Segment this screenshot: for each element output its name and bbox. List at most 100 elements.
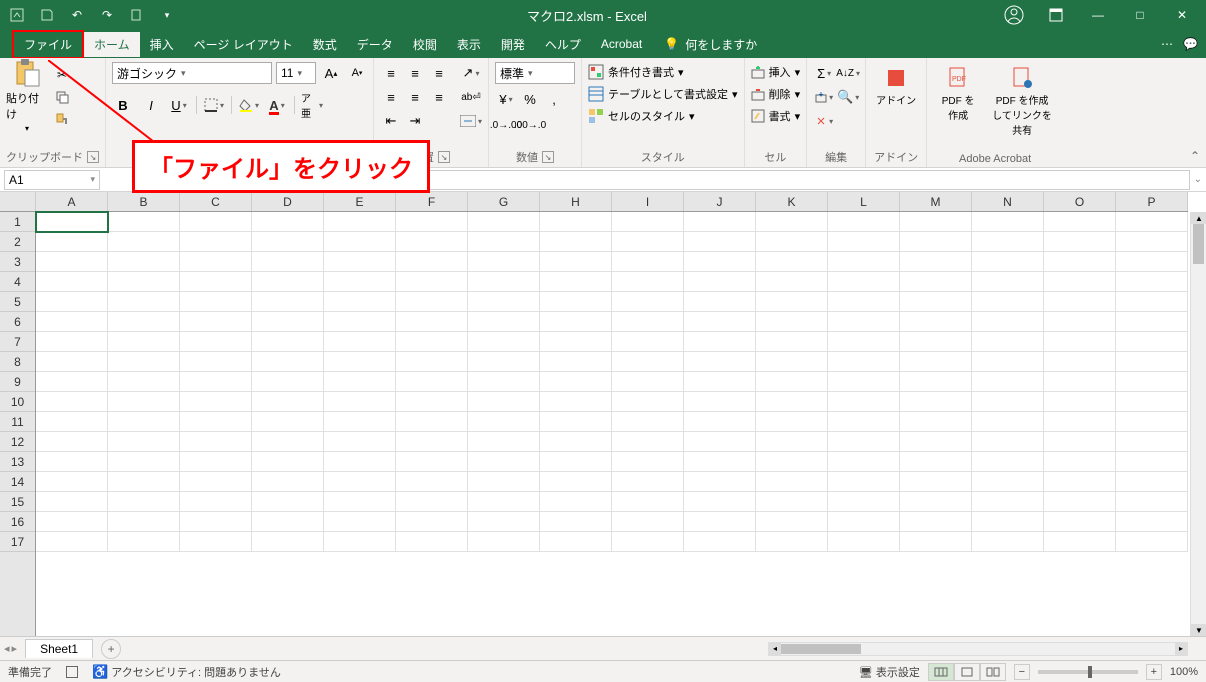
cell[interactable] bbox=[468, 272, 540, 292]
align-top-icon[interactable]: ≡ bbox=[380, 62, 402, 84]
decrease-indent-icon[interactable]: ⇤ bbox=[380, 110, 402, 132]
align-middle-icon[interactable]: ≡ bbox=[404, 62, 426, 84]
row-header[interactable]: 16 bbox=[0, 512, 35, 532]
cell[interactable] bbox=[1116, 472, 1188, 492]
fill-button[interactable] bbox=[813, 86, 835, 108]
border-button[interactable] bbox=[203, 94, 225, 116]
hscroll-left-button[interactable]: ◂ bbox=[769, 643, 781, 655]
cell[interactable] bbox=[36, 352, 108, 372]
cell[interactable] bbox=[1044, 392, 1116, 412]
cell[interactable] bbox=[108, 212, 180, 232]
zoom-slider[interactable] bbox=[1038, 670, 1138, 674]
row-header[interactable]: 6 bbox=[0, 312, 35, 332]
vertical-scrollbar[interactable]: ▲ ▼ bbox=[1190, 212, 1206, 636]
cell[interactable] bbox=[1044, 412, 1116, 432]
cell[interactable] bbox=[180, 452, 252, 472]
cell[interactable] bbox=[1044, 212, 1116, 232]
cell[interactable] bbox=[900, 232, 972, 252]
cell[interactable] bbox=[684, 532, 756, 552]
cell[interactable] bbox=[1044, 452, 1116, 472]
cell[interactable] bbox=[1116, 392, 1188, 412]
percent-format-icon[interactable]: % bbox=[519, 88, 541, 110]
cell[interactable] bbox=[828, 372, 900, 392]
tab-file[interactable]: ファイル bbox=[12, 30, 84, 59]
column-header[interactable]: G bbox=[468, 192, 540, 211]
cell[interactable] bbox=[540, 512, 612, 532]
cell[interactable] bbox=[612, 372, 684, 392]
cell[interactable] bbox=[324, 332, 396, 352]
format-cells-button[interactable]: 書式 ▾ bbox=[751, 106, 801, 126]
cell[interactable] bbox=[540, 272, 612, 292]
cell[interactable] bbox=[972, 352, 1044, 372]
decrease-font-icon[interactable]: A▾ bbox=[346, 62, 368, 84]
cell[interactable] bbox=[684, 472, 756, 492]
cell[interactable] bbox=[1116, 452, 1188, 472]
font-launcher[interactable]: ↘ bbox=[258, 151, 270, 163]
tell-me-search[interactable]: 💡 何をしますか bbox=[664, 36, 757, 53]
cell[interactable] bbox=[252, 412, 324, 432]
bold-button[interactable]: B bbox=[112, 94, 134, 116]
enter-formula-icon[interactable]: ✓ bbox=[144, 172, 154, 186]
cell[interactable] bbox=[252, 332, 324, 352]
cell[interactable] bbox=[324, 352, 396, 372]
cell[interactable] bbox=[900, 312, 972, 332]
cell[interactable] bbox=[684, 512, 756, 532]
hscroll-right-button[interactable]: ▸ bbox=[1175, 643, 1187, 655]
cell[interactable] bbox=[36, 232, 108, 252]
cell[interactable] bbox=[972, 212, 1044, 232]
cell[interactable] bbox=[684, 272, 756, 292]
cell[interactable] bbox=[36, 432, 108, 452]
increase-font-icon[interactable]: A▴ bbox=[320, 62, 342, 84]
format-as-table-button[interactable]: テーブルとして書式設定 ▾ bbox=[588, 84, 738, 104]
cell[interactable] bbox=[396, 252, 468, 272]
cell[interactable] bbox=[324, 232, 396, 252]
cell[interactable] bbox=[900, 452, 972, 472]
cell[interactable] bbox=[540, 332, 612, 352]
fill-color-button[interactable] bbox=[238, 94, 260, 116]
cell[interactable] bbox=[540, 252, 612, 272]
cell[interactable] bbox=[468, 212, 540, 232]
number-launcher[interactable]: ↘ bbox=[542, 151, 554, 163]
cell[interactable] bbox=[36, 312, 108, 332]
row-header[interactable]: 9 bbox=[0, 372, 35, 392]
align-center-icon[interactable]: ≡ bbox=[404, 86, 426, 108]
cell[interactable] bbox=[468, 292, 540, 312]
tab-help[interactable]: ヘルプ bbox=[535, 32, 591, 57]
cell[interactable] bbox=[180, 472, 252, 492]
cell[interactable] bbox=[468, 392, 540, 412]
cell[interactable] bbox=[1044, 472, 1116, 492]
cell[interactable] bbox=[1044, 232, 1116, 252]
cell[interactable] bbox=[1116, 332, 1188, 352]
cell[interactable] bbox=[684, 252, 756, 272]
cell[interactable] bbox=[108, 532, 180, 552]
cell[interactable] bbox=[180, 412, 252, 432]
cell[interactable] bbox=[108, 232, 180, 252]
cells-area[interactable] bbox=[36, 212, 1206, 636]
cell[interactable] bbox=[396, 452, 468, 472]
redo-icon[interactable]: ↷ bbox=[94, 2, 120, 28]
row-header[interactable]: 10 bbox=[0, 392, 35, 412]
cell[interactable] bbox=[36, 292, 108, 312]
cell[interactable] bbox=[900, 352, 972, 372]
scroll-down-button[interactable]: ▼ bbox=[1191, 624, 1206, 636]
increase-indent-icon[interactable]: ⇥ bbox=[404, 110, 426, 132]
cell[interactable] bbox=[540, 492, 612, 512]
column-header[interactable]: M bbox=[900, 192, 972, 211]
cell[interactable] bbox=[972, 472, 1044, 492]
cell[interactable] bbox=[684, 292, 756, 312]
zoom-in-button[interactable]: + bbox=[1146, 664, 1162, 680]
zoom-out-button[interactable]: − bbox=[1014, 664, 1030, 680]
autosave-icon[interactable] bbox=[4, 2, 30, 28]
cell[interactable] bbox=[324, 452, 396, 472]
cell-styles-button[interactable]: セルのスタイル ▾ bbox=[588, 106, 738, 126]
sheet-nav-prev[interactable]: ▸ bbox=[12, 642, 18, 655]
cell[interactable] bbox=[756, 412, 828, 432]
column-header[interactable]: B bbox=[108, 192, 180, 211]
cell[interactable] bbox=[612, 352, 684, 372]
account-icon[interactable] bbox=[994, 0, 1034, 30]
cell[interactable] bbox=[828, 432, 900, 452]
ribbon-display-icon[interactable] bbox=[1036, 0, 1076, 30]
cell[interactable] bbox=[540, 432, 612, 452]
column-header[interactable]: K bbox=[756, 192, 828, 211]
cell[interactable] bbox=[252, 512, 324, 532]
